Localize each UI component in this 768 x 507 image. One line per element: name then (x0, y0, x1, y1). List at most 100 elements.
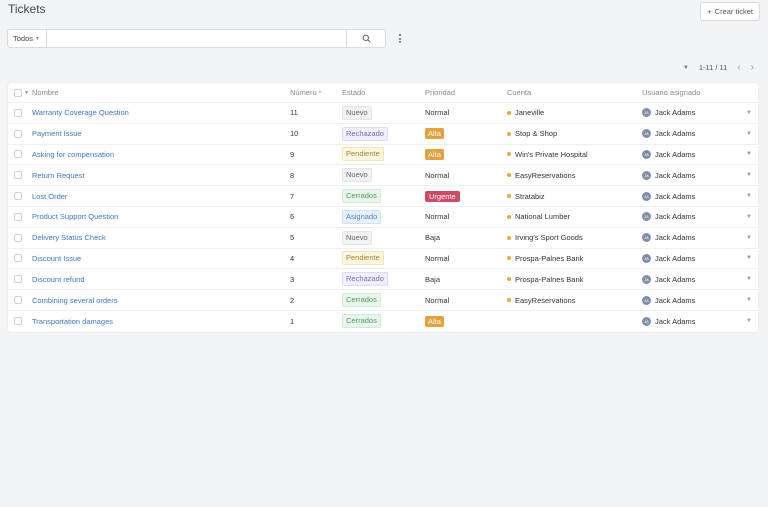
row-select[interactable] (8, 150, 32, 159)
row-action-dropdown-icon[interactable]: ▼ (746, 235, 758, 241)
account-name: EasyReservations (515, 170, 576, 180)
column-account[interactable]: Cuenta (507, 88, 642, 97)
account-dot-icon (507, 298, 511, 303)
row-checkbox[interactable] (14, 108, 22, 117)
row-action-dropdown-icon[interactable]: ▼ (746, 131, 758, 137)
ticket-name-link[interactable]: Discount Issue (32, 254, 81, 263)
row-checkbox[interactable] (14, 192, 22, 201)
account-dot-icon (507, 277, 511, 282)
account-dot-icon (507, 110, 511, 115)
account-name: Janeville (515, 108, 545, 118)
toolbar: Todos ▼ (7, 29, 405, 48)
row-select[interactable] (8, 254, 32, 263)
row-checkbox[interactable] (14, 150, 22, 159)
account-dot-icon (507, 256, 511, 261)
ticket-name-link[interactable]: Return Request (32, 171, 85, 180)
column-number[interactable]: Número ^ (290, 88, 342, 97)
ticket-number: 6 (290, 212, 295, 222)
row-action-dropdown-icon[interactable]: ▼ (746, 172, 758, 178)
table-row[interactable]: Asking for compensation 9 Pendiente Alta Win… (8, 145, 758, 166)
row-action-dropdown-icon[interactable]: ▼ (746, 110, 758, 116)
row-select[interactable] (8, 108, 32, 117)
account-name: EasyReservations (515, 295, 576, 305)
table-row[interactable]: Combining several orders 2 Cerrados Normal E… (8, 290, 758, 311)
sort-ascending-icon: ^ (318, 91, 322, 97)
ticket-name-link[interactable]: Delivery Status Check (32, 233, 106, 242)
row-select[interactable] (8, 233, 32, 242)
table-row[interactable]: Delivery Status Check 5 Nuevo Baja Irving's … (8, 228, 758, 249)
row-action-dropdown-icon[interactable]: ▼ (746, 297, 758, 303)
row-select[interactable] (8, 192, 32, 201)
column-status[interactable]: Estado (342, 88, 425, 97)
assignee-name: Jack Adams (655, 316, 696, 326)
select-all-checkbox[interactable] (14, 88, 22, 97)
pagination-range: 1-11 / 11 (698, 63, 728, 72)
search-button[interactable] (346, 29, 386, 48)
chevron-down-icon[interactable]: ▼ (24, 90, 29, 96)
assignee-name: Jack Adams (655, 233, 696, 243)
avatar: JA (642, 274, 651, 284)
row-action-dropdown-icon[interactable]: ▼ (746, 276, 758, 282)
row-action-dropdown-icon[interactable]: ▼ (746, 193, 758, 199)
row-select[interactable] (8, 212, 32, 221)
row-select[interactable] (8, 171, 32, 180)
row-action-dropdown-icon[interactable]: ▼ (746, 318, 758, 324)
ticket-name-link[interactable]: Asking for compensation (32, 150, 114, 159)
row-checkbox[interactable] (14, 296, 22, 305)
row-checkbox[interactable] (14, 212, 22, 221)
filter-select[interactable]: Todos ▼ (7, 29, 47, 48)
create-ticket-label: Crear ticket (714, 7, 753, 16)
assignee-name: Jack Adams (655, 295, 696, 305)
previous-page-icon[interactable]: ‹ (737, 62, 740, 73)
table-row[interactable]: Product Support Question 6 Asignado Normal N… (8, 207, 758, 228)
row-checkbox[interactable] (14, 129, 22, 138)
avatar: JA (642, 233, 651, 243)
row-select[interactable] (8, 275, 32, 284)
column-name[interactable]: Nombre (32, 88, 290, 97)
ticket-name-link[interactable]: Warranty Coverage Question (32, 108, 129, 117)
ticket-name-link[interactable]: Lost Order (32, 192, 67, 201)
ticket-name-link[interactable]: Discount refund (32, 275, 85, 284)
account-name: Irving's Sport Goods (515, 233, 583, 243)
row-checkbox[interactable] (14, 317, 22, 326)
table-row[interactable]: Transportation damages 1 Cerrados Alta JA Jac… (8, 311, 758, 332)
row-select[interactable] (8, 296, 32, 305)
row-checkbox[interactable] (14, 171, 22, 180)
next-page-icon[interactable]: › (751, 62, 754, 73)
ticket-name-link[interactable]: Product Support Question (32, 212, 118, 221)
ticket-number: 9 (290, 149, 295, 159)
more-options-icon[interactable] (395, 29, 405, 48)
row-action-dropdown-icon[interactable]: ▼ (746, 214, 758, 220)
row-checkbox[interactable] (14, 275, 22, 284)
priority-text: Baja (425, 274, 441, 284)
row-select[interactable] (8, 317, 32, 326)
avatar: JA (642, 295, 651, 305)
table-row[interactable]: Lost Order 7 Cerrados Urgente Stratabiz JA Jac… (8, 186, 758, 207)
priority-text: Normal (425, 108, 450, 118)
table-row[interactable]: Return Request 8 Nuevo Normal EasyReservatio… (8, 165, 758, 187)
row-action-dropdown-icon[interactable]: ▼ (746, 255, 758, 261)
table-header: ▼ Nombre Número ^ Estado Prioridad Cuent… (8, 83, 758, 103)
select-all[interactable]: ▼ (8, 88, 32, 97)
ticket-number: 3 (290, 274, 295, 284)
ticket-name-link[interactable]: Combining several orders (32, 296, 117, 305)
table-row[interactable]: Warranty Coverage Question 11 Nuevo Normal J… (8, 103, 758, 124)
row-checkbox[interactable] (14, 254, 22, 263)
row-action-dropdown-icon[interactable]: ▼ (746, 151, 758, 157)
column-priority[interactable]: Prioridad (425, 88, 507, 97)
ticket-number: 1 (290, 316, 295, 326)
table-row[interactable]: Discount Issue 4 Pendiente Normal Prospa-Pal… (8, 249, 758, 270)
ticket-name-link[interactable]: Payment Issue (32, 129, 82, 138)
pagination-dropdown-icon[interactable]: ▼ (683, 65, 689, 71)
row-checkbox[interactable] (14, 233, 22, 242)
create-ticket-button[interactable]: + Crear ticket (700, 2, 760, 21)
column-number-label: Número (290, 88, 317, 97)
status-badge: Pendiente (342, 251, 384, 266)
ticket-name-link[interactable]: Transportation damages (32, 317, 113, 326)
row-select[interactable] (8, 129, 32, 138)
table-row[interactable]: Payment Issue 10 Rechazado Alta Stop & Shop J… (8, 124, 758, 145)
table-row[interactable]: Discount refund 3 Rechazado Baja Prospa-Paln… (8, 269, 758, 291)
search-input[interactable] (47, 29, 346, 48)
column-assignee[interactable]: Usuario asignado (642, 88, 746, 97)
ticket-number: 11 (290, 108, 298, 118)
